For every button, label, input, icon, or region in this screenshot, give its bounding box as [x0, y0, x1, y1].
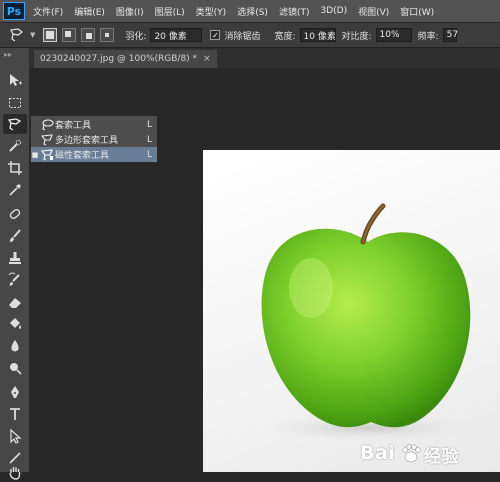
- panel-collapse-icon[interactable]: ▸▸: [4, 50, 12, 59]
- feather-input[interactable]: 20 像素: [150, 28, 203, 42]
- crop-icon: [8, 161, 22, 175]
- hand-tool[interactable]: [3, 462, 27, 482]
- antialias-checkbox[interactable]: ✓: [210, 30, 221, 40]
- menu-file[interactable]: 文件(F): [33, 5, 63, 18]
- document-tab[interactable]: 0230240027.jpg @ 100%(RGB/8) * ×: [34, 50, 217, 68]
- frequency-label: 频率:: [417, 31, 439, 42]
- close-icon[interactable]: ×: [203, 54, 211, 64]
- dodge-tool[interactable]: [3, 358, 27, 378]
- quick-selection-icon: [9, 139, 22, 152]
- paint-bucket-tool[interactable]: [3, 314, 27, 334]
- options-bar: ▼ 羽化: 20 像素 ✓ 消除锯齿 宽度: 10 像素 对比度: 10% 频率…: [0, 22, 500, 48]
- menu-type[interactable]: 类型(Y): [196, 5, 227, 18]
- menu-window[interactable]: 窗口(W): [400, 5, 434, 18]
- add-to-selection-button[interactable]: [62, 28, 77, 42]
- dodge-icon: [10, 363, 22, 375]
- intersect-selection-button[interactable]: [100, 28, 115, 42]
- menu-image[interactable]: 图像(I): [116, 5, 144, 18]
- crop-tool[interactable]: [3, 158, 27, 178]
- chevron-down-icon[interactable]: ▼: [30, 31, 35, 39]
- eyedropper-tool[interactable]: [3, 180, 27, 200]
- healing-brush-tool[interactable]: [3, 204, 27, 224]
- tools-panel: ▸▸: [0, 48, 30, 480]
- menu-bar: Ps 文件(F) 编辑(E) 图像(I) 图层(L) 类型(Y) 选择(S) 滤…: [0, 0, 500, 22]
- paw-icon: [402, 444, 421, 463]
- type-tool[interactable]: [3, 404, 27, 424]
- width-input[interactable]: 10 像素: [299, 28, 336, 42]
- selected-bullet-icon: ■: [31, 150, 39, 159]
- magnetic-lasso-tool-item[interactable]: ■ 磁性套索工具 L: [31, 147, 157, 162]
- blur-icon: [11, 340, 19, 352]
- menu-3d[interactable]: 3D(D): [320, 6, 347, 16]
- path-selection-tool[interactable]: [3, 426, 27, 446]
- tool-preset-picker[interactable]: [4, 25, 30, 45]
- healing-brush-icon: [9, 209, 21, 219]
- polygonal-lasso-tool-shortcut: L: [147, 134, 153, 145]
- paint-bucket-icon: [10, 318, 21, 329]
- menu-filter[interactable]: 滤镜(T): [279, 5, 310, 18]
- move-tool[interactable]: [3, 70, 27, 90]
- lasso-tool-shortcut: L: [147, 119, 153, 130]
- brush-icon: [10, 229, 21, 242]
- brush-tool[interactable]: [3, 226, 27, 246]
- watermark-text-bai: Bai: [360, 442, 396, 464]
- history-brush-icon: [8, 272, 20, 286]
- polygonal-lasso-tool-label: 多边形套索工具: [55, 136, 119, 146]
- magnetic-lasso-icon: [40, 148, 53, 160]
- pen-icon: [11, 386, 19, 398]
- lasso-tool-label: 套索工具: [55, 121, 92, 131]
- clone-stamp-tool[interactable]: [3, 248, 27, 268]
- menu-view[interactable]: 视图(V): [358, 5, 389, 18]
- eraser-tool[interactable]: [3, 292, 27, 312]
- pen-tool[interactable]: [3, 382, 27, 402]
- path-selection-icon: [10, 428, 22, 444]
- marquee-icon: [9, 98, 21, 108]
- lasso-icon: [42, 118, 54, 130]
- contrast-input[interactable]: 10%: [375, 28, 412, 42]
- magnetic-lasso-tool-shortcut: L: [147, 149, 153, 160]
- new-selection-button[interactable]: [43, 28, 58, 42]
- antialias-label: 消除锯齿: [224, 31, 261, 42]
- photoshop-logo: Ps: [3, 2, 25, 20]
- feather-label: 羽化:: [125, 31, 147, 42]
- eyedropper-icon: [9, 184, 21, 196]
- menu-edit[interactable]: 编辑(E): [74, 5, 105, 18]
- clone-stamp-icon: [9, 252, 21, 264]
- width-label: 宽度:: [274, 31, 296, 42]
- marquee-tool[interactable]: [3, 93, 27, 113]
- subtract-from-selection-button[interactable]: [81, 28, 96, 42]
- type-icon: [10, 408, 20, 420]
- lasso-icon: [7, 118, 22, 131]
- lasso-tool[interactable]: [3, 114, 27, 134]
- document-title: 0230240027.jpg @ 100%(RGB/8) *: [40, 54, 198, 64]
- hand-icon: [9, 467, 21, 480]
- baidu-jingyan-watermark: Bai 经验: [360, 440, 495, 470]
- contrast-label: 对比度:: [341, 31, 372, 42]
- menu-select[interactable]: 选择(S): [237, 5, 268, 18]
- document-tab-strip: 0230240027.jpg @ 100%(RGB/8) * ×: [30, 48, 500, 68]
- apple-image: [258, 203, 478, 442]
- lasso-tool-item[interactable]: 套索工具 L: [31, 117, 157, 132]
- eraser-icon: [9, 298, 21, 308]
- document-image[interactable]: [203, 150, 500, 472]
- lasso-tools-flyout: 套索工具 L 多边形套索工具 L ■ 磁性套索工具 L: [30, 115, 158, 163]
- move-icon: [10, 74, 22, 86]
- polygonal-lasso-icon: [40, 133, 53, 145]
- quick-selection-tool[interactable]: [3, 136, 27, 156]
- polygonal-lasso-tool-item[interactable]: 多边形套索工具 L: [31, 132, 157, 147]
- magnetic-lasso-tool-label: 磁性套索工具: [55, 151, 110, 161]
- menu-layer[interactable]: 图层(L): [155, 5, 185, 18]
- blur-tool[interactable]: [3, 336, 27, 356]
- magnetic-lasso-icon: [10, 28, 24, 42]
- frequency-input[interactable]: 57: [442, 28, 458, 42]
- history-brush-tool[interactable]: [3, 270, 27, 290]
- watermark-text-jingyan: 经验: [424, 447, 459, 467]
